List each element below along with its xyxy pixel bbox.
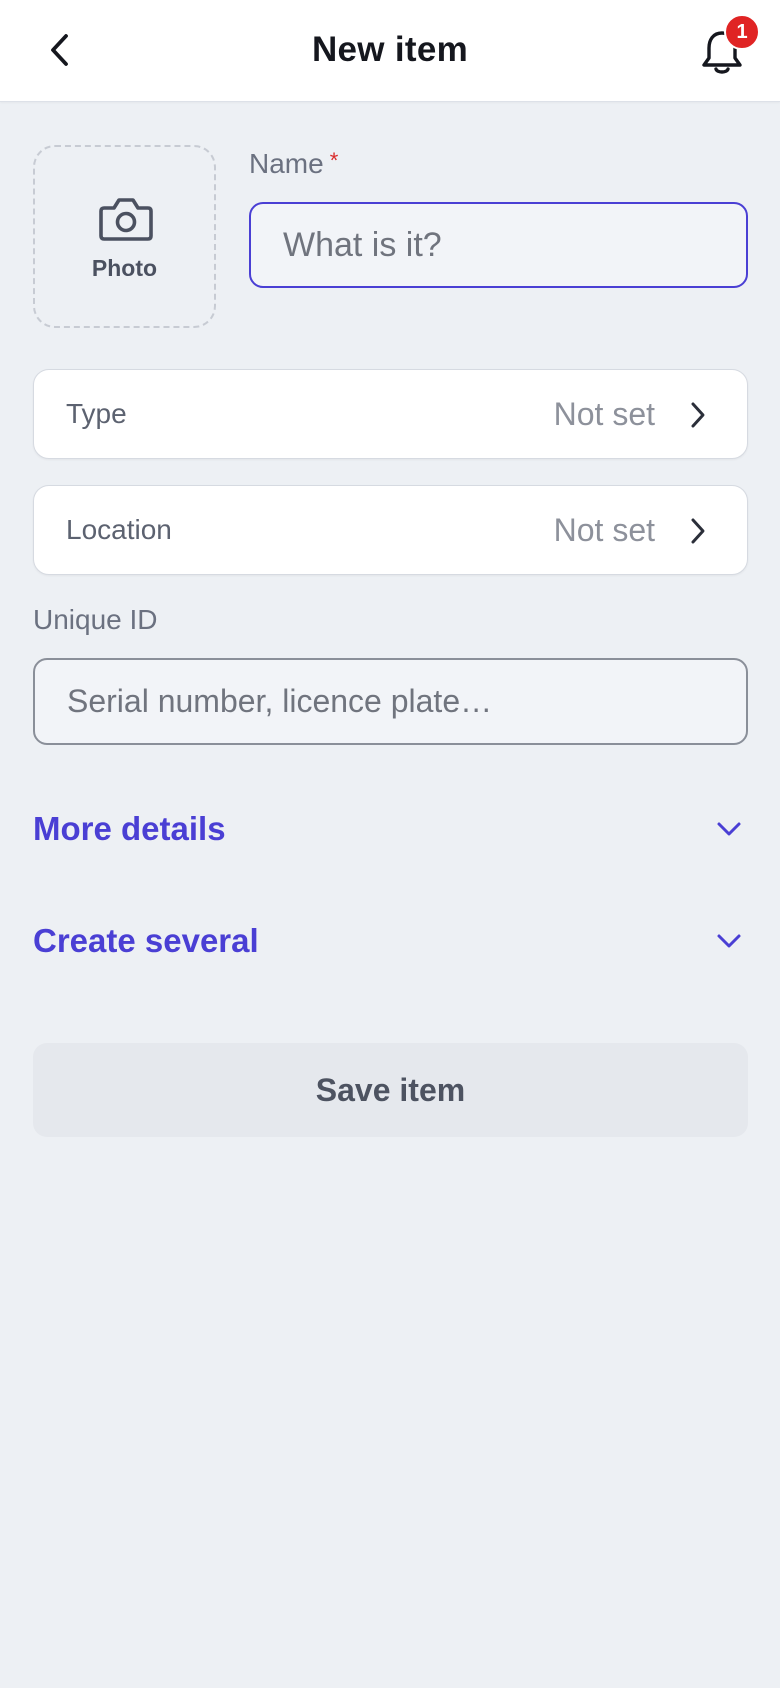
type-selector[interactable]: Type Not set [33,369,748,459]
more-details-toggle[interactable]: More details [33,800,748,860]
chevron-down-icon [717,822,741,836]
chevron-down-icon [717,934,741,948]
save-item-button[interactable]: Save item [33,1043,748,1137]
page-title: New item [311,30,469,69]
chevron-right-icon [691,402,705,428]
location-value: Not set [553,512,655,548]
photo-picker[interactable]: Photo [33,145,216,328]
location-label: Location [66,514,172,545]
more-details-label: More details [33,810,226,847]
name-label: Name * [249,148,338,180]
chevron-right-icon [691,518,705,544]
name-input[interactable] [249,202,748,288]
unique-id-input[interactable] [33,658,748,745]
notification-badge: 1 [724,14,760,50]
type-label: Type [66,398,127,429]
unique-id-label: Unique ID [33,604,158,635]
location-selector[interactable]: Location Not set [33,485,748,575]
type-value: Not set [553,396,655,432]
name-label-text: Name [249,148,324,179]
photo-label: Photo [91,255,158,281]
create-several-toggle[interactable]: Create several [33,912,748,972]
required-indicator: * [329,148,339,173]
app-header: New item 1 [0,0,780,102]
create-several-label: Create several [33,922,259,959]
camera-icon [99,198,153,241]
